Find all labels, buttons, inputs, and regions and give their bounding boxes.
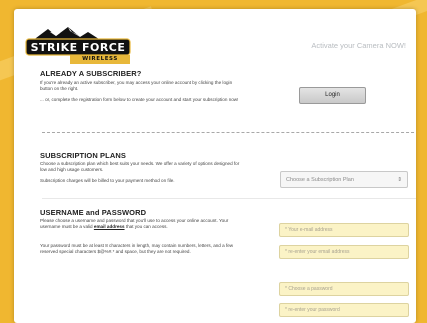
password-input[interactable] bbox=[279, 282, 409, 296]
password-confirm-input[interactable] bbox=[279, 303, 409, 317]
credentials-heading: USERNAME and PASSWORD bbox=[40, 208, 147, 217]
subscriber-text: If you're already an active subscriber, … bbox=[40, 80, 233, 92]
plans-heading: SUBSCRIPTION PLANS bbox=[40, 151, 126, 160]
email-address-emphasis: email address bbox=[93, 224, 125, 230]
strike-force-logo[interactable]: STRIKE FORCE WIRELESS bbox=[24, 27, 132, 71]
subscriber-heading: ALREADY A SUBSCRIBER? bbox=[40, 69, 142, 78]
login-button[interactable]: Login bbox=[299, 87, 366, 104]
subscription-plan-select[interactable]: Choose a Subscription Plan ⇕ bbox=[280, 171, 408, 188]
logo-title: STRIKE FORCE bbox=[30, 41, 126, 54]
select-value: Choose a Subscription Plan bbox=[286, 177, 354, 183]
credentials-text-end: that you can access. bbox=[124, 224, 168, 230]
password-rules-text: Your password must be at least 8 charact… bbox=[40, 243, 234, 255]
divider bbox=[42, 132, 416, 133]
credentials-text: Please choose a username and password th… bbox=[40, 218, 244, 230]
registration-card: STRIKE FORCE WIRELESS Activate your Came… bbox=[14, 9, 416, 323]
plans-billing-text: Subscription charges will be billed to y… bbox=[40, 178, 175, 183]
section-separator bbox=[42, 198, 416, 199]
email-confirm-input[interactable] bbox=[279, 245, 409, 259]
logo-subtitle: WIRELESS bbox=[82, 56, 118, 62]
plans-text: Choose a subscription plan which best su… bbox=[40, 161, 240, 173]
registration-hint: ... or, complete the registration form b… bbox=[40, 97, 239, 102]
email-input[interactable] bbox=[279, 223, 409, 237]
select-arrows-icon: ⇕ bbox=[397, 177, 402, 183]
activate-tagline: Activate your Camera NOW! bbox=[311, 41, 406, 50]
